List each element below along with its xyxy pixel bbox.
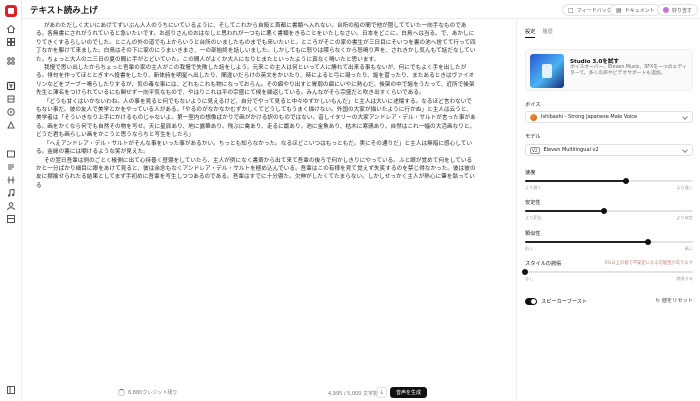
tab-settings[interactable]: 設定 (525, 28, 536, 38)
voice-avatar (530, 113, 537, 121)
download-icon: ↓ (378, 389, 385, 396)
studio-promo-card[interactable]: Studio 3.0を試す ボイスオーバー、Eleven Music、SFXを一… (525, 49, 693, 91)
bottom-bar: 6,880クレジット残り 4,995 / 5,000 文字数 ↓ 音声を生成 (22, 386, 516, 401)
editor-paragraph: 「へえアンドレア・デル・サルトがそんな事をいった事があるかい。ちっとも知らなかっ… (36, 140, 473, 156)
left-rail (0, 0, 22, 401)
editor-paragraph: 「どうも甘くはいかないわね。人の事を見ると何でもないように見えるけど、自分でやっ… (36, 98, 476, 139)
slider-warning: 0%以上の値で不安定になる可能性があります (604, 261, 693, 266)
promo-title: Studio 3.0を試す (570, 59, 620, 65)
tab-history[interactable]: 履歴 (542, 28, 552, 38)
slider-handle[interactable] (522, 269, 528, 275)
header: テキスト読み上げ □ フィードバック ▤ ドキュメント 好り吉す (22, 0, 700, 19)
credits-indicator: 6,880クレジット残り (118, 389, 177, 396)
voices-icon[interactable] (6, 201, 16, 211)
style-exaggeration-slider[interactable]: スタイルの誇張 0%以上の値で不安定になる可能性があります なし 誇張する (522, 260, 693, 282)
model-badge: V2 (530, 146, 540, 154)
speed-slider[interactable]: 速度 より遅く より速く (525, 169, 693, 191)
model-select[interactable]: V2 Eleven Multilingual v2 (525, 144, 693, 156)
download-button[interactable]: ↓ (376, 387, 387, 398)
chevron-down-icon (682, 147, 688, 153)
voice-select[interactable]: Ishibashi - Strong Japanese Male Voice (525, 111, 693, 123)
generate-speech-button[interactable]: 音声を生成 (390, 387, 428, 398)
voice-label: ボイス (525, 102, 541, 108)
stability-slider[interactable]: 安定性 より変化 より安定 (525, 199, 693, 221)
sound-effects-icon[interactable] (6, 107, 16, 117)
document-icon: ▤ (616, 6, 622, 14)
voice-isolator-icon[interactable] (6, 120, 16, 130)
studio-thumbnail (530, 54, 564, 88)
apps-icon[interactable] (6, 56, 16, 66)
user-menu-button[interactable]: 好り吉す (657, 4, 699, 16)
credits-ring-icon (118, 389, 125, 396)
editor-paragraph: 我慢で思い出したからちょっと吾輩の家の主人がこの我慢で失敗した話をしよう。元来こ… (36, 65, 475, 97)
character-count: 4,995 / 5,000 文字数 (328, 391, 379, 397)
slider-handle[interactable] (622, 178, 629, 184)
chat-icon: □ (568, 6, 574, 14)
chevron-down-icon (682, 114, 688, 120)
app-logo-icon[interactable] (5, 5, 17, 17)
settings-panel: 設定 履歴 Studio 3.0を試す ボイスオーバー、Eleven Music… (516, 19, 700, 401)
promo-description: ボイスオーバー、Eleven Music、SFXを一つのエディターで。多くの声や… (570, 65, 687, 77)
model-label: モデル (525, 134, 541, 140)
home-icon[interactable] (6, 24, 16, 34)
dubbing-icon[interactable] (6, 162, 16, 172)
speaker-boost-row: スピーカーブースト ↻ 値をリセット (525, 296, 693, 306)
editor-paragraph: があわただしく大いにあげてずいぶん人人のうちにいているように、そしてこれから自殺… (36, 23, 476, 63)
transcribe-icon[interactable] (6, 175, 16, 185)
panel-tabs: 設定 履歴 (525, 28, 553, 38)
similarity-slider[interactable]: 類似性 低い 高い (525, 230, 693, 252)
reset-icon: ↻ (655, 297, 660, 304)
page-title: テキスト読み上げ (30, 6, 98, 16)
text-editor[interactable]: があわただしく大いにあげてずいぶん人人のうちにいているように、そしてこれから自殺… (36, 22, 476, 362)
grid-icon[interactable] (6, 37, 16, 47)
library-icon[interactable] (6, 214, 16, 224)
slider-handle[interactable] (600, 208, 607, 214)
avatar (663, 7, 669, 13)
text-to-speech-icon[interactable] (6, 81, 16, 91)
music-icon[interactable] (6, 188, 16, 198)
reset-values-button[interactable]: ↻ 値をリセット (655, 297, 694, 305)
docs-button[interactable]: ▤ ドキュメント (610, 4, 661, 16)
slider-label: 安定性 (525, 200, 541, 206)
speaker-boost-label: スピーカーブースト (541, 298, 588, 305)
slider-label: 類似性 (525, 231, 541, 237)
slider-label: 速度 (525, 170, 536, 176)
slider-handle[interactable] (644, 239, 651, 245)
speaker-boost-toggle[interactable] (525, 297, 537, 305)
studio-icon[interactable] (6, 149, 16, 159)
sidebar-toggle-icon[interactable] (6, 385, 16, 395)
editor-paragraph: その翌日吾輩は例のごとく椽側に出て心持善く昼寝をしていたら、主人が例になく書斎か… (36, 157, 476, 189)
voice-changer-icon[interactable] (6, 94, 16, 104)
